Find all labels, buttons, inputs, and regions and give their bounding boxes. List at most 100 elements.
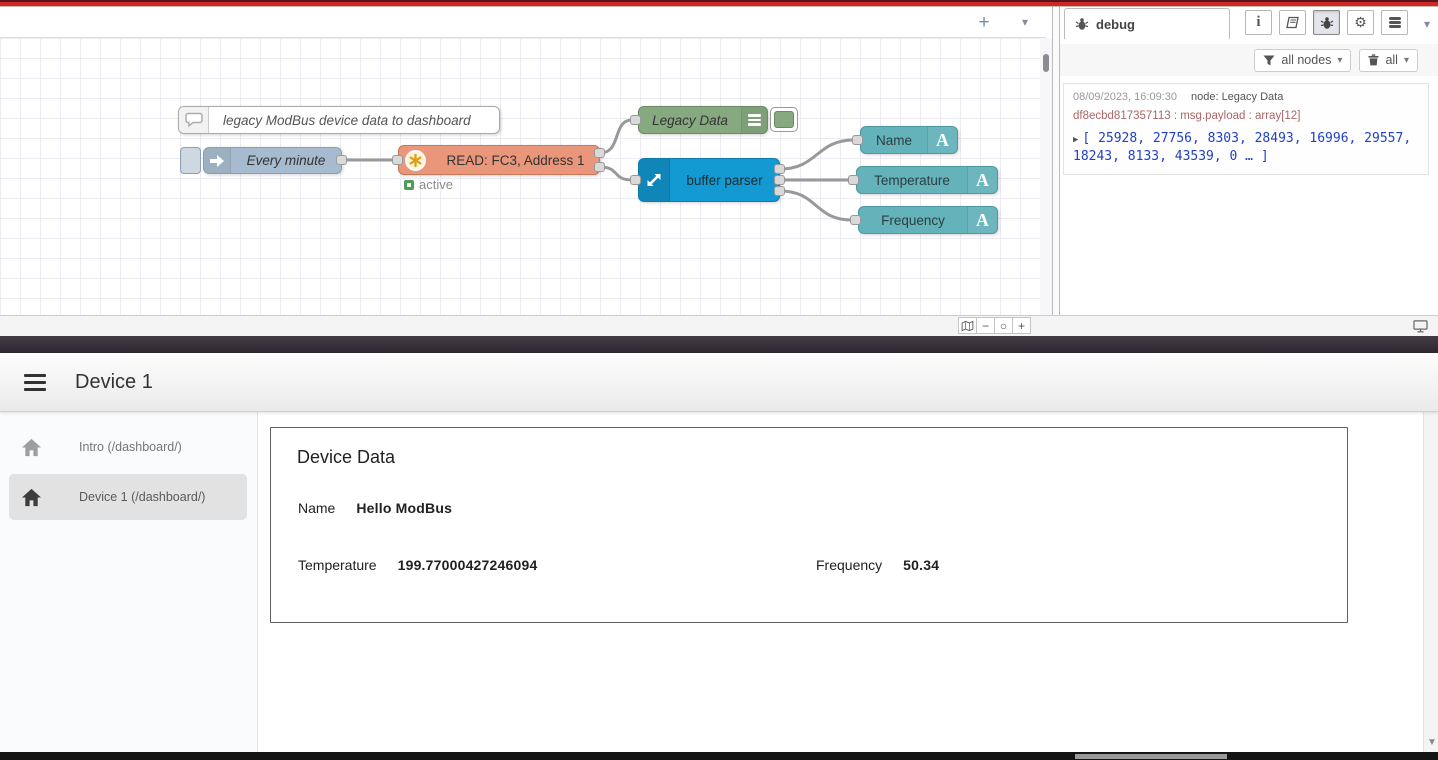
add-flow-button[interactable]: +: [972, 11, 996, 35]
dashboard-title: Device 1: [75, 371, 153, 394]
debug-node-ref: node: Legacy Data: [1191, 91, 1283, 103]
bottom-window-edge: [0, 752, 1438, 760]
modbus-flex-getter-icon: [399, 146, 432, 174]
parser-input-port[interactable]: [630, 175, 641, 185]
inject-label: Every minute: [231, 153, 341, 168]
screen: + ▾ legacy ModBus device data to dashboa…: [0, 0, 1438, 760]
debug-node[interactable]: Legacy Data: [638, 106, 768, 134]
comment-node[interactable]: legacy ModBus device data to dashboard: [178, 106, 500, 134]
ui-text-node-frequency[interactable]: Frequency A: [858, 206, 998, 234]
gear-icon: ⚙: [1354, 14, 1367, 31]
book-icon: [1286, 16, 1300, 29]
text-a-icon: A: [967, 207, 997, 233]
zoom-out-button[interactable]: −: [976, 317, 995, 334]
trash-icon: [1368, 54, 1379, 66]
inject-arrow-icon: [204, 148, 231, 173]
monitor-icon: [1413, 320, 1428, 333]
debug-timestamp: 08/09/2023, 16:09:30: [1073, 91, 1177, 103]
status-text: active: [419, 177, 453, 192]
comment-label: legacy ModBus device data to dashboard: [209, 113, 471, 128]
field-label: Frequency: [816, 557, 882, 573]
ui-text-label: Name: [861, 133, 927, 148]
field-label: Name: [298, 500, 335, 516]
flow-canvas[interactable]: legacy ModBus device data to dashboard E…: [0, 38, 1040, 315]
expand-arrows-icon: [639, 159, 670, 201]
circle-icon: ○: [1000, 319, 1007, 333]
debug-toolbar: all nodes ▾ all ▾: [1060, 44, 1438, 76]
bug-icon: [1320, 16, 1334, 30]
debug-clear-label: all: [1385, 53, 1398, 67]
tab-debug-button[interactable]: [1313, 10, 1340, 35]
sidebar-resize-handle[interactable]: [1052, 7, 1060, 336]
ui-name-input-port[interactable]: [852, 135, 863, 145]
tab-info-button[interactable]: i: [1245, 10, 1272, 35]
modbus-output-port-1[interactable]: [594, 148, 605, 158]
horizontal-scrollbar-thumb[interactable]: [1075, 754, 1227, 759]
database-icon: [1388, 16, 1402, 29]
sidebar-item-label: Device 1 (/dashboard/): [79, 490, 205, 504]
parser-output-port-3[interactable]: [774, 186, 785, 196]
scroll-down-arrow-icon[interactable]: ▼: [1427, 737, 1437, 748]
zoom-reset-button[interactable]: ○: [994, 317, 1013, 334]
flow-tabbar: + ▾: [0, 7, 1046, 38]
ui-temperature-input-port[interactable]: [848, 175, 859, 185]
comment-bubble-icon: [179, 107, 209, 133]
debug-clear-button[interactable]: all ▾: [1359, 49, 1418, 72]
tab-context-button[interactable]: [1381, 10, 1408, 35]
modbus-read-node[interactable]: READ: FC3, Address 1: [398, 145, 600, 175]
expand-caret-icon[interactable]: ▶: [1073, 135, 1078, 145]
open-debug-window-button[interactable]: [1411, 318, 1430, 335]
modbus-output-port-2[interactable]: [594, 162, 605, 172]
field-name: Name Hello ModBus: [298, 500, 452, 516]
field-label: Temperature: [298, 557, 377, 573]
ui-text-node-temperature[interactable]: Temperature A: [856, 166, 998, 194]
parser-output-port-1[interactable]: [774, 164, 785, 174]
card-title: Device Data: [297, 447, 395, 468]
sidebar-item-intro[interactable]: Intro (/dashboard/): [0, 426, 258, 468]
tab-help-button[interactable]: [1279, 10, 1306, 35]
sidebar-menu-button[interactable]: ▾: [1424, 17, 1430, 31]
inject-output-port[interactable]: [336, 155, 347, 165]
debug-filter-button[interactable]: all nodes ▾: [1254, 49, 1351, 72]
field-temperature: Temperature 199.77000427246094: [298, 557, 537, 573]
tab-config-button[interactable]: ⚙: [1347, 10, 1374, 35]
debug-enable-toggle[interactable]: [770, 107, 798, 132]
tab-debug[interactable]: debug: [1064, 8, 1230, 39]
buffer-parser-node[interactable]: buffer parser: [638, 158, 780, 202]
info-icon: i: [1256, 14, 1260, 31]
flow-list-button[interactable]: ▾: [1022, 15, 1028, 29]
text-a-icon: A: [927, 127, 957, 153]
home-icon: [20, 437, 43, 458]
inject-trigger-button[interactable]: [180, 147, 201, 174]
debug-filter-label: all nodes: [1281, 53, 1331, 67]
debug-payload: ▶[ 25928, 27756, 8303, 28493, 16996, 295…: [1073, 130, 1429, 165]
sidebar-item-device-1[interactable]: Device 1 (/dashboard/): [9, 474, 247, 520]
ui-frequency-input-port[interactable]: [850, 215, 861, 225]
tab-debug-label: debug: [1096, 17, 1135, 32]
text-a-icon: A: [967, 167, 997, 193]
device-data-card: Device Data Name Hello ModBus Temperatur…: [270, 427, 1348, 623]
canvas-vertical-scrollbar[interactable]: [1040, 38, 1052, 315]
dashboard-vertical-scrollbar[interactable]: ▼: [1423, 353, 1438, 752]
debug-input-port[interactable]: [630, 115, 641, 125]
parser-output-port-2[interactable]: [774, 175, 785, 185]
sidebar-item-label: Intro (/dashboard/): [79, 440, 182, 454]
modbus-input-port[interactable]: [392, 155, 403, 165]
zoom-in-button[interactable]: +: [1012, 317, 1031, 334]
menu-icon[interactable]: [24, 370, 46, 395]
dashboard-header: Device 1: [0, 353, 1438, 412]
home-icon: [20, 487, 43, 508]
funnel-icon: [1263, 55, 1275, 66]
buffer-parser-label: buffer parser: [670, 173, 779, 188]
bug-icon: [1075, 17, 1089, 31]
top-red-bar: [0, 0, 1438, 7]
field-value: Hello ModBus: [356, 500, 452, 516]
ui-text-node-name[interactable]: Name A: [860, 126, 958, 154]
window-separator: [0, 336, 1438, 353]
plus-icon: +: [978, 12, 989, 33]
inject-node[interactable]: Every minute: [203, 147, 342, 174]
navigator-button[interactable]: [958, 317, 977, 334]
minus-icon: −: [982, 319, 989, 333]
node-status: active: [404, 177, 453, 192]
chevron-down-icon: ▾: [1337, 55, 1342, 66]
